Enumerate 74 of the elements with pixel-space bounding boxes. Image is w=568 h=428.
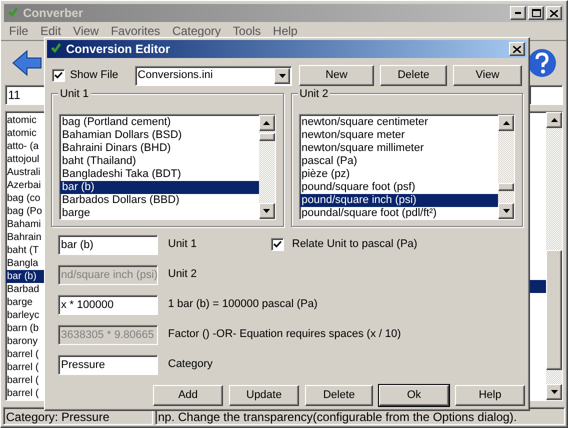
unit-list[interactable]: newton/square centimeter newton/square meter newton/square millimeter pascal (Pa) pièze (pz) pound/square foot (psf) pound/square inch (psi) poundal/square foot (pdl/ft²): [298, 114, 515, 220]
menu-item[interactable]: Category: [166, 22, 227, 40]
menu-item[interactable]: Favorites: [104, 22, 166, 40]
scroll-thumb[interactable]: [546, 250, 562, 370]
list-item[interactable]: bar (b): [60, 181, 258, 194]
menu-item[interactable]: Tools: [226, 22, 267, 40]
field-label: Unit 1: [168, 237, 198, 252]
field-label: Factor () -OR- Equation requires spaces (x / 10): [168, 327, 401, 342]
text-field[interactable]: Pressure: [58, 354, 158, 374]
maximize-button[interactable]: [528, 6, 544, 20]
list-item[interactable]: newton/square meter: [300, 129, 498, 142]
scroll-down-button[interactable]: [498, 203, 514, 219]
up-arrow-icon: [263, 121, 270, 125]
dialog-button[interactable]: Help: [455, 385, 525, 406]
checkbox-label[interactable]: Relate Unit to pascal (Pa): [292, 236, 418, 253]
list-item[interactable]: pascal (Pa): [300, 155, 498, 168]
checkbox[interactable]: [271, 238, 284, 251]
text-field[interactable]: x * 100000: [58, 294, 158, 314]
status-text: np. Change the transparency(configurable from the Options dialog).: [158, 410, 517, 424]
menu-item[interactable]: Edit: [34, 22, 68, 40]
list-item[interactable]: pièze (pz): [300, 168, 498, 181]
field-label: Unit 2: [168, 267, 197, 282]
dialog-button[interactable]: Add: [153, 385, 223, 406]
scrollbar[interactable]: [498, 115, 514, 219]
menu-item[interactable]: Help: [266, 22, 304, 40]
dialog-button[interactable]: Delete: [305, 385, 373, 406]
dialog-button[interactable]: New: [299, 65, 374, 86]
scroll-thumb[interactable]: [258, 133, 274, 141]
checkbox-label[interactable]: Show File: [70, 67, 135, 84]
dialog-button[interactable]: Update: [229, 385, 299, 406]
scroll-up-button[interactable]: [546, 112, 562, 128]
list-item[interactable]: newton/square millimeter: [300, 142, 498, 155]
window-title: Converber: [23, 5, 84, 22]
dialog-title: Conversion Editor: [66, 41, 172, 58]
down-arrow-icon: [278, 74, 286, 78]
maximize-icon: [532, 9, 540, 17]
minimize-button[interactable]: [510, 6, 526, 20]
close-button[interactable]: [509, 42, 525, 56]
down-arrow-icon: [502, 209, 510, 213]
dropdown-button[interactable]: [274, 68, 290, 84]
up-arrow-icon: [550, 118, 558, 122]
list-item[interactable]: poundal/square foot (pdl/ft²): [300, 207, 498, 220]
result-field[interactable]: [529, 85, 563, 105]
unit-list[interactable]: bag (Portland cement) Bahamian Dollars (BSD) Bahraini Dinars (BHD) baht (Thailand) Bangladeshi Taka (BDT) bar (b) Barbados Dollars (BBD) barge: [59, 114, 276, 220]
menu-item[interactable]: View: [67, 22, 105, 40]
list-item[interactable]: newton/square centimeter: [300, 116, 498, 129]
back-arrow-icon: [11, 49, 43, 77]
menu-item[interactable]: File: [3, 22, 34, 40]
dialog-button[interactable]: View: [453, 65, 522, 86]
field-label: Category: [168, 357, 213, 372]
scroll-up-button[interactable]: [498, 115, 514, 131]
status-text: Category: Pressure: [6, 410, 110, 424]
scroll-down-button[interactable]: [258, 203, 274, 219]
close-button[interactable]: [546, 6, 562, 20]
dialog-button[interactable]: Delete: [380, 65, 447, 86]
scroll-down-button[interactable]: [546, 384, 562, 400]
dialog-button[interactable]: Ok: [379, 385, 449, 406]
field-label: 1 bar (b) = 100000 pascal (Pa): [168, 297, 318, 312]
text-field[interactable]: bar (b): [58, 234, 158, 254]
down-arrow-icon: [263, 209, 270, 213]
scroll-thumb[interactable]: [498, 183, 514, 191]
scrollbar[interactable]: [258, 115, 274, 219]
down-arrow-icon: [550, 390, 558, 394]
close-icon: [513, 46, 521, 52]
minimize-icon: [515, 12, 521, 14]
close-icon: [550, 10, 558, 16]
checkbox[interactable]: [52, 69, 65, 82]
file-dropdown[interactable]: Conversions.ini: [134, 66, 292, 86]
dropdown-value: Conversions.ini: [136, 68, 214, 84]
list-item[interactable]: pound/square inch (psi): [300, 194, 498, 207]
scroll-up-button[interactable]: [258, 115, 274, 131]
scrollbar[interactable]: [546, 112, 562, 400]
list-item[interactable]: pound/square foot (psf): [300, 181, 498, 194]
up-arrow-icon: [502, 121, 510, 125]
